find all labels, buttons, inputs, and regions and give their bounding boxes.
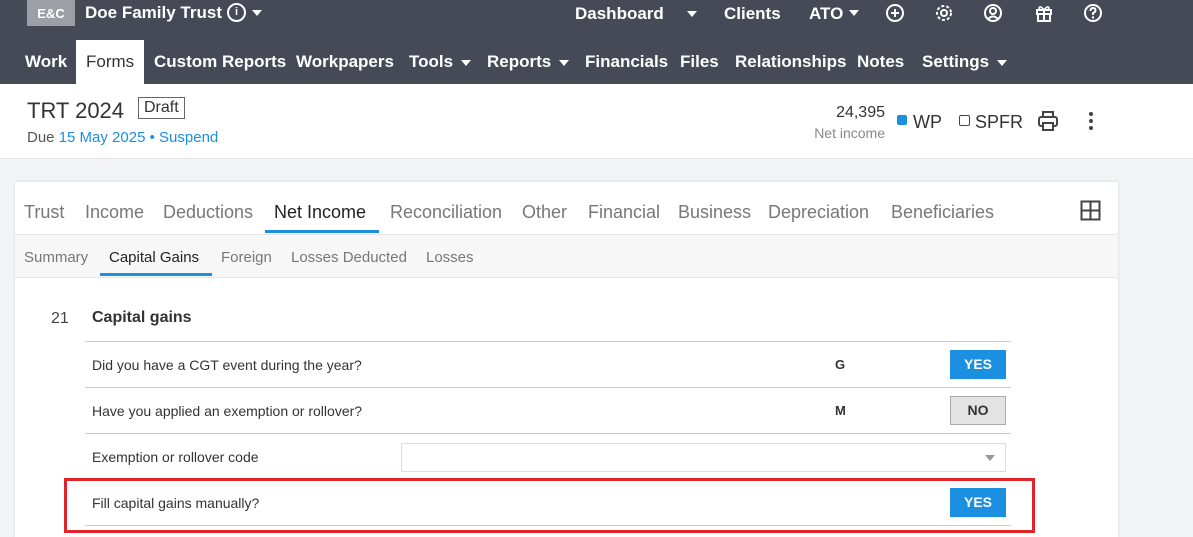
tab-trust[interactable]: Trust xyxy=(24,202,64,223)
nav-item-work[interactable]: Work xyxy=(15,40,77,84)
info-icon[interactable]: i xyxy=(227,3,246,22)
gift-icon[interactable] xyxy=(1034,3,1054,23)
tab-beneficiaries[interactable]: Beneficiaries xyxy=(891,202,994,223)
tab-reconciliation[interactable]: Reconciliation xyxy=(390,202,502,223)
cgt-event-toggle[interactable]: YES xyxy=(950,350,1006,379)
label-code: G xyxy=(835,357,846,372)
gear-icon[interactable] xyxy=(934,3,954,23)
nav-item-forms[interactable]: Forms xyxy=(76,40,145,84)
nav-item-reports[interactable]: Reports xyxy=(477,40,579,84)
top-row: E&C Doe Family Trust i Dashboard Clients… xyxy=(0,0,1193,30)
tab-other[interactable]: Other xyxy=(522,202,567,223)
question-label: Exemption or rollover code xyxy=(92,449,259,465)
tab-income[interactable]: Income xyxy=(85,202,144,223)
print-icon[interactable] xyxy=(1037,110,1059,132)
spfr-checkbox[interactable] xyxy=(959,115,970,126)
question-label: Did you have a CGT event during the year… xyxy=(92,357,362,373)
exemption-applied-toggle[interactable]: NO xyxy=(950,396,1006,425)
section-tabs: Trust Income Deductions Net Income Recon… xyxy=(15,182,1118,234)
main-nav: Work Forms Custom Reports Workpapers Too… xyxy=(0,40,1193,84)
nav-item-financials[interactable]: Financials xyxy=(575,40,678,84)
tab-financial[interactable]: Financial xyxy=(588,202,660,223)
question-label: Have you applied an exemption or rollove… xyxy=(92,403,363,419)
chevron-down-icon xyxy=(997,59,1008,66)
tab-net-income[interactable]: Net Income xyxy=(274,202,366,223)
label-code: M xyxy=(835,403,846,418)
subtab-losses-deducted[interactable]: Losses Deducted xyxy=(291,249,407,266)
nav-item-label: Tools xyxy=(409,52,454,71)
chevron-down-icon[interactable] xyxy=(687,11,697,17)
suspend-link[interactable]: Suspend xyxy=(159,129,218,146)
due-date-link[interactable]: 15 May 2025 xyxy=(59,129,146,146)
ato-link[interactable]: ATO xyxy=(809,4,843,24)
subtab-losses[interactable]: Losses xyxy=(426,249,474,266)
chevron-down-icon xyxy=(559,59,570,66)
sub-tabs: Summary Capital Gains Foreign Losses Ded… xyxy=(15,234,1118,278)
due-prefix: Due xyxy=(27,129,55,146)
nav-item-custom-reports[interactable]: Custom Reports xyxy=(144,40,296,84)
highlight-annotation xyxy=(64,478,1035,533)
subtab-foreign[interactable]: Foreign xyxy=(221,249,272,266)
grid-view-icon[interactable] xyxy=(1080,200,1101,221)
net-income-label: Net income xyxy=(814,125,885,141)
wp-checkbox[interactable] xyxy=(897,115,907,125)
user-icon[interactable] xyxy=(983,3,1003,23)
tab-deductions[interactable]: Deductions xyxy=(163,202,253,223)
section-number: 21 xyxy=(51,310,69,327)
net-income-value: 24,395 xyxy=(836,104,885,121)
app-logo[interactable]: E&C xyxy=(27,0,75,26)
nav-item-label: Reports xyxy=(487,52,552,71)
nav-item-settings[interactable]: Settings xyxy=(912,40,1017,84)
nav-item-workpapers[interactable]: Workpapers xyxy=(286,40,404,84)
status-badge: Draft xyxy=(138,97,185,119)
clients-link[interactable]: Clients xyxy=(724,4,781,24)
wp-label[interactable]: WP xyxy=(913,112,942,133)
chevron-down-icon xyxy=(461,59,472,66)
nav-item-tools[interactable]: Tools xyxy=(399,40,481,84)
question-row-cgt-event: Did you have a CGT event during the year… xyxy=(85,341,1011,387)
exemption-code-select[interactable] xyxy=(401,443,1006,472)
question-row-exemption-code: Exemption or rollover code xyxy=(85,433,1011,479)
help-icon[interactable] xyxy=(1083,3,1103,23)
chevron-down-icon[interactable] xyxy=(252,10,262,16)
nav-item-label: Settings xyxy=(922,52,990,71)
active-tab-indicator xyxy=(265,230,379,233)
nav-item-files[interactable]: Files xyxy=(670,40,729,84)
separator: • xyxy=(149,129,155,146)
dashboard-link[interactable]: Dashboard xyxy=(575,4,664,24)
more-options-icon[interactable] xyxy=(1083,110,1099,132)
section-title: Capital gains xyxy=(92,309,192,326)
add-circle-icon[interactable] xyxy=(885,3,905,23)
tab-depreciation[interactable]: Depreciation xyxy=(768,202,869,223)
spfr-label[interactable]: SPFR xyxy=(975,112,1023,133)
top-navigation-bar: E&C Doe Family Trust i Dashboard Clients… xyxy=(0,0,1193,84)
due-line: Due 15 May 2025 • Suspend xyxy=(27,129,218,146)
chevron-down-icon xyxy=(985,455,995,461)
chevron-down-icon[interactable] xyxy=(849,10,859,16)
subtab-summary[interactable]: Summary xyxy=(24,249,88,266)
subtab-capital-gains[interactable]: Capital Gains xyxy=(109,249,199,266)
document-header: TRT 2024 Draft Due 15 May 2025 • Suspend… xyxy=(0,84,1193,159)
client-name[interactable]: Doe Family Trust xyxy=(85,3,222,23)
tab-business[interactable]: Business xyxy=(678,202,751,223)
nav-item-notes[interactable]: Notes xyxy=(847,40,914,84)
active-subtab-indicator xyxy=(100,273,212,276)
question-row-exemption-applied: Have you applied an exemption or rollove… xyxy=(85,387,1011,433)
nav-item-relationships[interactable]: Relationships xyxy=(725,40,856,84)
page-title: TRT 2024 xyxy=(27,98,125,123)
